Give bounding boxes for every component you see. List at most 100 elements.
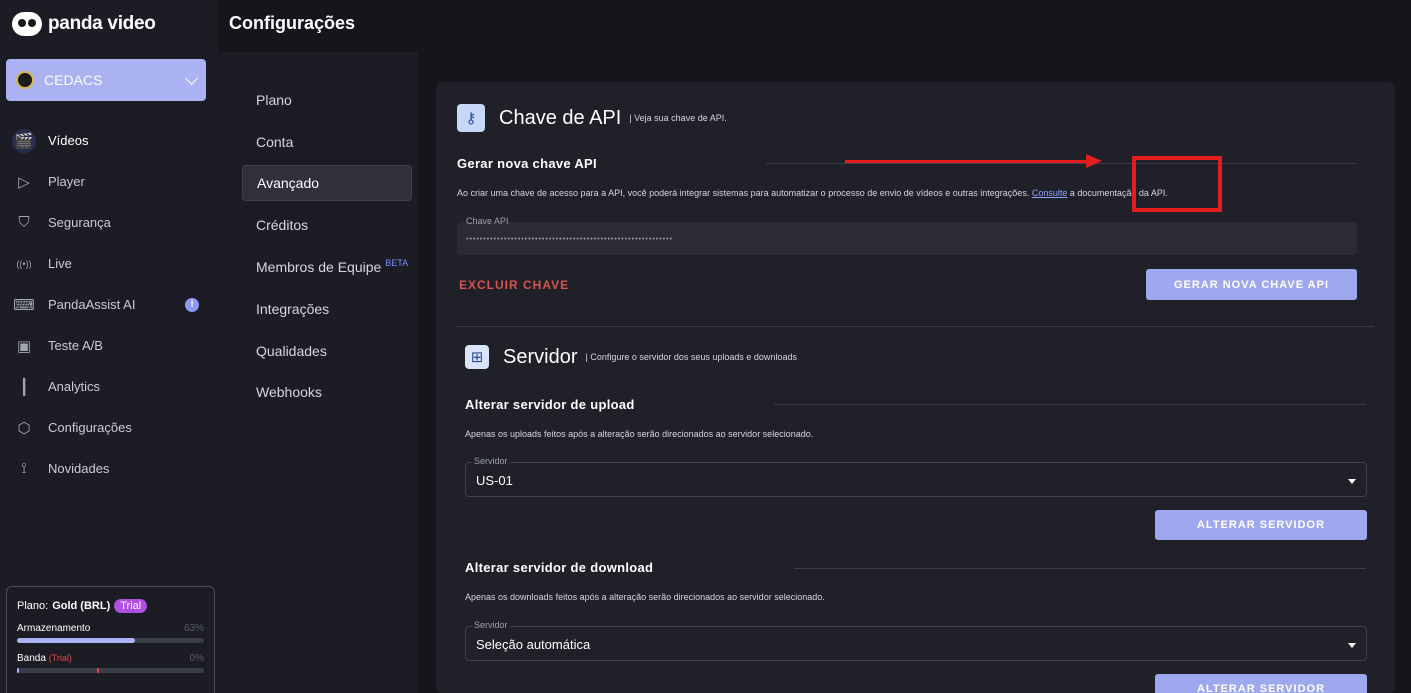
- storage-percent: 63%: [183, 623, 204, 634]
- band-label: Banda: [17, 653, 46, 664]
- nav-item-label: Novidades: [48, 461, 110, 476]
- band-limit-marker: [97, 668, 99, 673]
- submenu-item-plano[interactable]: Plano: [242, 82, 412, 118]
- submenu-label: Qualidades: [256, 343, 327, 359]
- api-docs-link[interactable]: Consulte: [1032, 188, 1068, 198]
- api-description: Ao criar uma chave de acesso para a API,…: [457, 188, 1168, 198]
- account-avatar: [16, 71, 34, 89]
- play-circle-icon: ▷: [18, 173, 30, 191]
- nav-item-live[interactable]: ((•)) Live: [6, 243, 211, 284]
- api-key-value: ••••••••••••••••••••••••••••••••••••••••…: [466, 236, 674, 243]
- storage-label: Armazenamento: [17, 623, 91, 634]
- plan-name: Gold (BRL): [52, 600, 111, 612]
- trial-badge[interactable]: Trial: [114, 599, 148, 613]
- chevron-down-icon: [185, 71, 198, 85]
- submenu-item-membros[interactable]: Membros de Equipe BETA: [242, 249, 412, 285]
- submenu-item-integracoes[interactable]: Integrações: [242, 291, 412, 327]
- nav-item-ab-test[interactable]: ▣ Teste A/B: [6, 325, 211, 366]
- nav-item-analytics[interactable]: ┃ Analytics: [6, 366, 211, 407]
- submenu-label: Membros de Equipe: [256, 259, 382, 275]
- broadcast-icon: ((•)): [16, 258, 32, 269]
- api-key-label: Chave API: [466, 216, 509, 226]
- submenu-label: Avançado: [257, 175, 320, 191]
- nav-item-label: Segurança: [48, 215, 111, 230]
- change-upload-server-button[interactable]: ALTERAR SERVIDOR: [1155, 510, 1367, 540]
- key-icon: ⚷: [457, 104, 485, 132]
- api-section-header: ⚷ Chave de API | Veja sua chave de API.: [457, 104, 727, 132]
- api-key-field[interactable]: Chave API ••••••••••••••••••••••••••••••…: [457, 216, 1357, 255]
- download-server-value: Seleção automática: [476, 637, 591, 652]
- change-download-server-button[interactable]: ALTERAR SERVIDOR: [1155, 674, 1367, 693]
- api-generate-heading: Gerar nova chave API: [457, 156, 597, 171]
- submenu-label: Créditos: [256, 217, 309, 233]
- upload-server-heading: Alterar servidor de upload: [465, 397, 635, 412]
- upload-server-label: Servidor: [472, 456, 510, 466]
- download-server-select[interactable]: Servidor Seleção automática: [465, 620, 1367, 661]
- submenu-label: Conta: [256, 134, 294, 150]
- nav-item-player[interactable]: ▷ Player: [6, 161, 211, 202]
- nav-item-security[interactable]: ⛉ Segurança: [6, 202, 211, 243]
- settings-submenu: Plano Conta Avançado Créditos Membros de…: [218, 52, 418, 693]
- logo[interactable]: panda video: [12, 12, 156, 36]
- clapperboard-icon: 🎬: [12, 128, 36, 153]
- nav-item-settings[interactable]: ⬡ Configurações: [6, 407, 211, 448]
- nav-item-label: Player: [48, 174, 85, 189]
- submenu-label: Webhooks: [256, 384, 322, 400]
- band-label-group: Banda (Trial): [17, 653, 72, 664]
- band-bar-fill: [17, 668, 19, 673]
- alert-badge: !: [185, 297, 199, 312]
- submenu-item-conta[interactable]: Conta: [242, 124, 412, 160]
- upload-server-description: Apenas os uploads feitos após a alteraçã…: [465, 429, 814, 439]
- nav-item-news[interactable]: ⟟ Novidades: [6, 448, 211, 489]
- divider: [766, 163, 1356, 164]
- download-server-label: Servidor: [472, 620, 510, 630]
- submenu-item-qualidades[interactable]: Qualidades: [242, 333, 412, 369]
- band-trial-tag: (Trial): [48, 653, 72, 663]
- server-icon: ⊞: [465, 345, 489, 369]
- server-section-subtitle: | Configure o servidor dos seus uploads …: [585, 352, 797, 362]
- annotation-arrow-head: [1086, 154, 1102, 168]
- annotation-highlight-box: [1132, 156, 1222, 212]
- account-name: CEDACS: [44, 72, 103, 88]
- main-nav: 🎬 Vídeos ▷ Player ⛉ Segurança ((•)) Live…: [6, 120, 211, 489]
- submenu-item-webhooks[interactable]: Webhooks: [242, 374, 412, 410]
- storage-bar-fill: [17, 638, 135, 643]
- nav-item-pandaassist[interactable]: ⌨ PandaAssist AI !: [6, 284, 211, 325]
- account-selector[interactable]: CEDACS: [6, 59, 206, 101]
- submenu-item-creditos[interactable]: Créditos: [242, 207, 412, 243]
- storage-meter: Armazenamento 63%: [17, 623, 204, 634]
- advanced-settings-card: ⚷ Chave de API | Veja sua chave de API. …: [436, 82, 1395, 693]
- plan-line: Plano: Gold (BRL) Trial: [17, 599, 204, 613]
- submenu-label: Integrações: [256, 301, 330, 317]
- panda-logo-icon: [12, 12, 42, 36]
- api-section-subtitle: | Veja sua chave de API.: [629, 113, 727, 123]
- api-description-text: Ao criar uma chave de acesso para a API,…: [457, 188, 1032, 198]
- upload-server-value: US-01: [476, 473, 513, 488]
- api-section-title: Chave de API: [499, 106, 622, 129]
- dropdown-caret-icon: [1348, 643, 1356, 648]
- submenu-label: Plano: [256, 92, 292, 108]
- dropdown-caret-icon: [1348, 479, 1356, 484]
- settings-icon: ⬡: [17, 419, 31, 437]
- server-section-header: ⊞ Servidor | Configure o servidor dos se…: [465, 345, 797, 369]
- nav-item-label: Teste A/B: [48, 338, 103, 353]
- nav-item-label: PandaAssist AI: [48, 297, 136, 312]
- page-title: Configurações: [229, 13, 356, 33]
- submenu-item-avancado[interactable]: Avançado: [242, 165, 412, 201]
- sidebar: panda video CEDACS 🎬 Vídeos ▷ Player ⛉ S…: [0, 0, 218, 693]
- divider: [794, 568, 1366, 569]
- band-meter: Banda (Trial) 0%: [17, 653, 204, 664]
- app-root: panda video CEDACS 🎬 Vídeos ▷ Player ⛉ S…: [0, 0, 1411, 693]
- ab-test-icon: ▣: [16, 337, 32, 355]
- generate-api-key-button[interactable]: GERAR NOVA CHAVE API: [1146, 269, 1357, 300]
- delete-key-button[interactable]: EXCLUIR CHAVE: [459, 278, 569, 292]
- page-header: Configurações: [218, 0, 1411, 52]
- download-server-description: Apenas os downloads feitos após a altera…: [465, 592, 825, 602]
- nav-item-label: Vídeos: [48, 133, 89, 148]
- nav-item-label: Live: [48, 256, 72, 271]
- annotation-arrow-line: [845, 160, 1090, 163]
- nav-item-videos[interactable]: 🎬 Vídeos: [6, 120, 211, 161]
- bar-chart-icon: ┃: [19, 378, 29, 396]
- nav-item-label: Configurações: [48, 420, 132, 435]
- upload-server-select[interactable]: Servidor US-01: [465, 456, 1367, 497]
